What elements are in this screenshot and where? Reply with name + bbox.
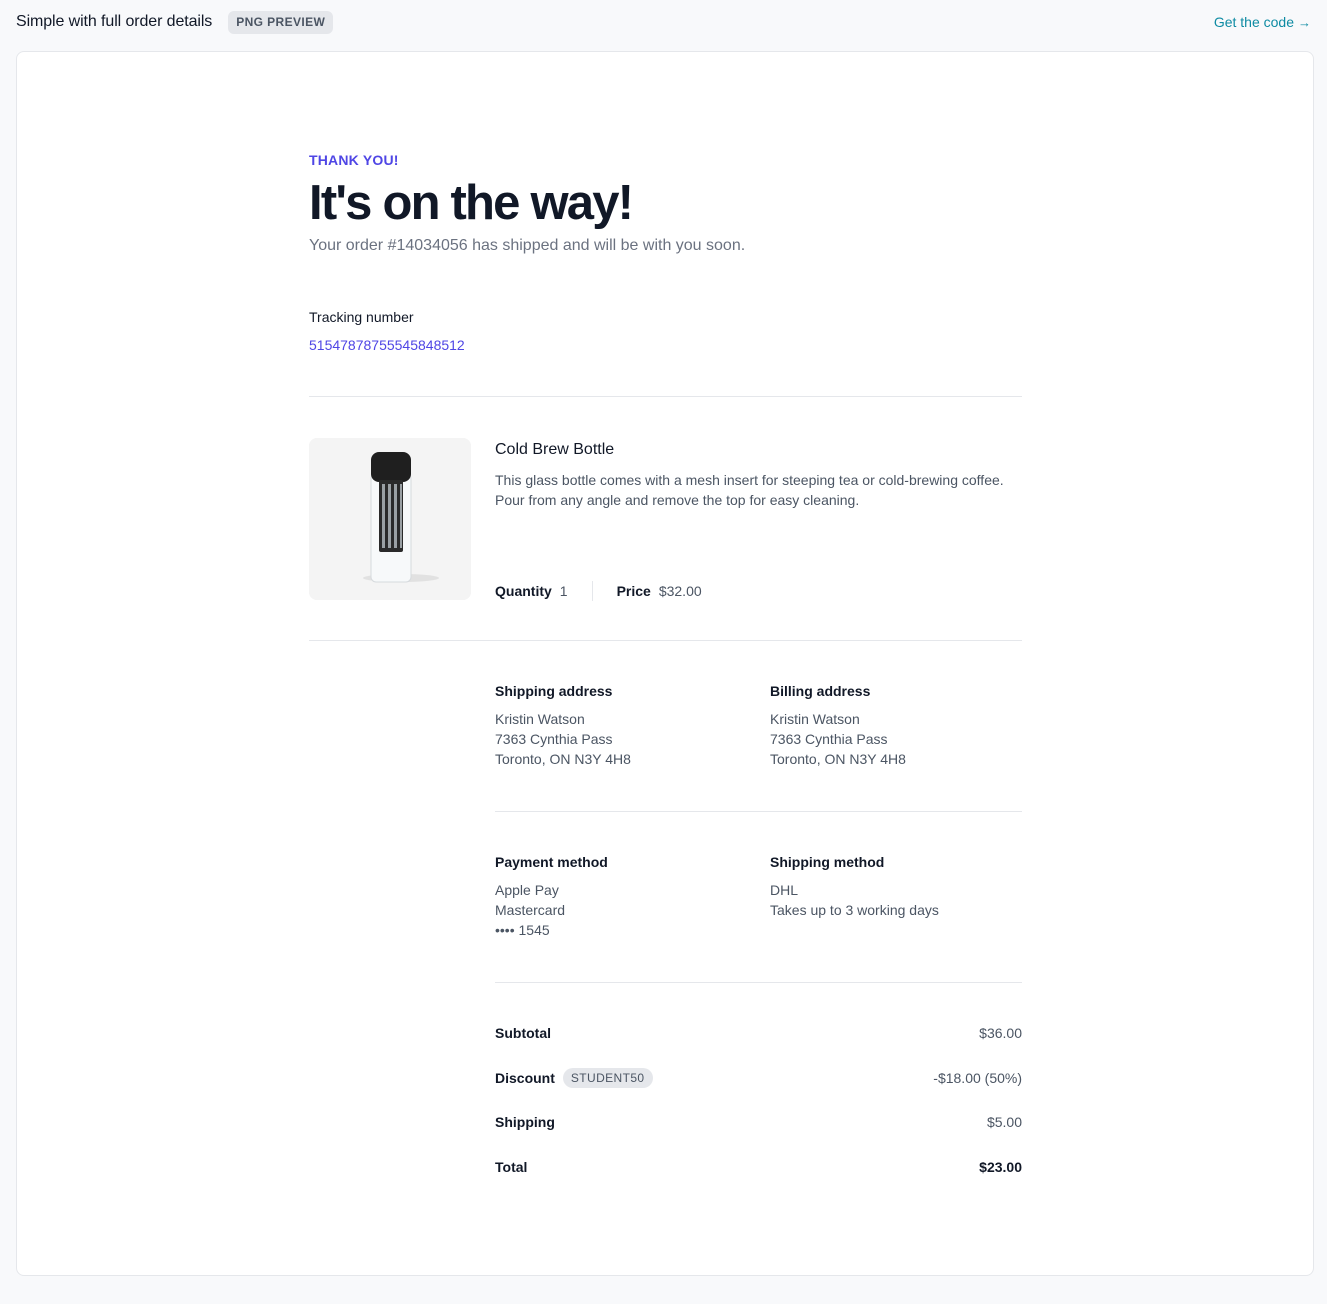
cold-brew-bottle-image — [309, 438, 471, 600]
shipping-address-line: Kristin Watson — [495, 711, 585, 727]
subtotal-value: $36.00 — [979, 1025, 1022, 1041]
divider — [309, 396, 1022, 397]
product-description: This glass bottle comes with a mesh inse… — [495, 472, 1004, 508]
payment-method-line: Apple Pay — [495, 882, 559, 898]
shipping-method-line: DHL — [770, 882, 799, 898]
discount-code-badge: STUDENT50 — [562, 1068, 653, 1088]
thank-you-eyebrow: THANK YOU! — [309, 152, 399, 168]
price-value: $32.00 — [658, 583, 702, 599]
total-label: Total — [495, 1159, 528, 1175]
page-title: Simple with full order details — [16, 13, 213, 30]
payment-method-line: •••• 1545 — [495, 922, 550, 938]
shipping-address-title: Shipping address — [495, 683, 613, 699]
vertical-divider — [591, 581, 593, 601]
order-card: THANK YOU! It's on the way! Your order #… — [16, 51, 1314, 1276]
top-bar: Simple with full order details PNG PREVI… — [0, 0, 1327, 44]
subtotal-label: Subtotal — [495, 1025, 551, 1041]
arrow-right-icon: → — [1298, 14, 1311, 30]
tracking-number-label: Tracking number — [309, 309, 414, 325]
shipping-address-line: Toronto, ON N3Y 4H8 — [495, 751, 631, 767]
shipping-address-line: 7363 Cynthia Pass — [495, 731, 613, 747]
discount-label: Discount — [495, 1070, 555, 1086]
billing-address-title: Billing address — [770, 683, 871, 699]
quantity-label: Quantity — [495, 583, 552, 599]
payment-method-line: Mastercard — [495, 902, 566, 918]
get-the-code-label: Get the code — [1213, 14, 1294, 30]
discount-row: Discount STUDENT50 -$18.00 (50%) — [495, 1068, 1022, 1088]
product-name: Cold Brew Bottle — [495, 441, 615, 458]
divider — [495, 982, 1022, 983]
quantity-price-row: Quantity 1 Price $32.00 — [495, 581, 702, 601]
product-image — [309, 438, 471, 600]
shipping-address: Shipping address Kristin Watson 7363 Cyn… — [495, 683, 745, 769]
divider — [495, 811, 1022, 812]
shipping-value: $5.00 — [986, 1114, 1022, 1130]
order-subtitle: Your order #14034056 has shipped and wil… — [309, 237, 746, 254]
shipping-method: Shipping method DHL Takes up to 3 workin… — [770, 854, 1020, 920]
tracking-number-link[interactable]: 51547878755545848512 — [309, 337, 465, 353]
billing-address: Billing address Kristin Watson 7363 Cynt… — [770, 683, 1020, 769]
price-label: Price — [616, 583, 651, 599]
shipping-method-title: Shipping method — [770, 854, 885, 870]
subtotal-row: Subtotal $36.00 — [495, 1025, 1022, 1041]
payment-method: Payment method Apple Pay Mastercard ••••… — [495, 854, 745, 940]
total-row: Total $23.00 — [495, 1159, 1022, 1175]
shipping-row: Shipping $5.00 — [495, 1114, 1022, 1130]
divider — [309, 640, 1022, 641]
order-heading: It's on the way! — [309, 176, 634, 230]
preview-badge: PNG PREVIEW — [228, 10, 334, 34]
discount-value: -$18.00 (50%) — [933, 1070, 1022, 1086]
total-value: $23.00 — [979, 1159, 1022, 1175]
billing-address-line: Toronto, ON N3Y 4H8 — [770, 751, 906, 767]
quantity-value: 1 — [559, 583, 568, 599]
billing-address-line: Kristin Watson — [770, 711, 860, 727]
shipping-method-line: Takes up to 3 working days — [770, 902, 939, 918]
get-the-code-link[interactable]: Get the code → — [1214, 14, 1311, 30]
billing-address-line: 7363 Cynthia Pass — [770, 731, 888, 747]
shipping-label: Shipping — [495, 1114, 555, 1130]
payment-method-title: Payment method — [495, 854, 608, 870]
